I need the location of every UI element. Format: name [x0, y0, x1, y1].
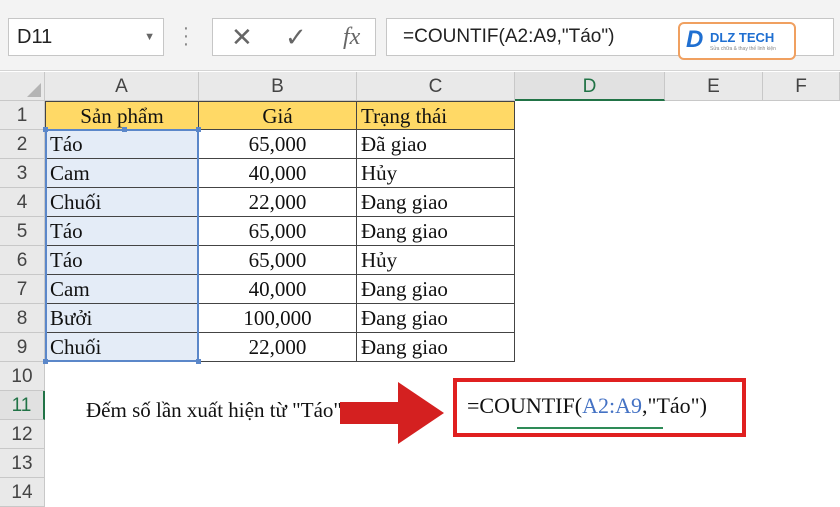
table-cell-price[interactable]: 65,000: [199, 130, 357, 159]
table-header-product[interactable]: Sản phẩm: [45, 101, 199, 130]
table-cell-price[interactable]: 22,000: [199, 333, 357, 362]
formula-buttons: ✕ ✓ fx: [212, 18, 376, 56]
table-cell-status[interactable]: Đang giao: [357, 333, 515, 362]
formula-range-ref: A2:A9: [582, 393, 642, 418]
row-header[interactable]: 13: [0, 449, 45, 478]
column-header-d[interactable]: D: [515, 72, 665, 101]
table-header-status[interactable]: Trạng thái: [357, 101, 515, 130]
logo-mark: D: [686, 26, 704, 53]
table-cell-price[interactable]: 40,000: [199, 159, 357, 188]
row-header[interactable]: 1: [0, 101, 45, 130]
row-header[interactable]: 2: [0, 130, 45, 159]
table-cell-price[interactable]: 40,000: [199, 275, 357, 304]
select-all-button[interactable]: [0, 72, 45, 101]
row-header[interactable]: 10: [0, 362, 45, 391]
column-header-a[interactable]: A: [45, 72, 199, 101]
row-header[interactable]: 6: [0, 246, 45, 275]
column-header-f[interactable]: F: [763, 72, 840, 101]
table-cell-product[interactable]: Bưởi: [45, 304, 199, 333]
formula-suffix: ,"Táo"): [641, 393, 707, 418]
table-cell-product[interactable]: Táo: [45, 130, 199, 159]
table-cell-product[interactable]: Chuối: [45, 333, 199, 362]
row-header[interactable]: 12: [0, 420, 45, 449]
row-header[interactable]: 14: [0, 478, 45, 507]
column-header-e[interactable]: E: [665, 72, 763, 101]
table-cell-status[interactable]: Đang giao: [357, 304, 515, 333]
table-cell-product[interactable]: Chuối: [45, 188, 199, 217]
column-header-c[interactable]: C: [357, 72, 515, 101]
row-header[interactable]: 3: [0, 159, 45, 188]
formula-text: =COUNTIF(A2:A9,"Táo"): [467, 393, 707, 419]
formula-argument-underline: [517, 427, 663, 429]
table-cell-status[interactable]: Đang giao: [357, 188, 515, 217]
check-icon[interactable]: ✓: [285, 21, 307, 53]
table-cell-status[interactable]: Hủy: [357, 246, 515, 275]
table-cell-status[interactable]: Đang giao: [357, 217, 515, 246]
table-cell-price[interactable]: 100,000: [199, 304, 357, 333]
table-cell-price[interactable]: 22,000: [199, 188, 357, 217]
brand-logo: D DLZ TECH Sửa chữa & thay thế linh kiện: [678, 22, 796, 60]
table-cell-status[interactable]: Đang giao: [357, 275, 515, 304]
row-header[interactable]: 8: [0, 304, 45, 333]
chevron-down-icon[interactable]: ▼: [144, 19, 155, 55]
table-header-price[interactable]: Giá: [199, 101, 357, 130]
name-box[interactable]: D11 ▼: [8, 18, 164, 56]
formula-toolbar: D11 ▼ · · · ✕ ✓ fx =COUNTIF(A2:A9,"Táo") D…: [0, 0, 840, 71]
cancel-icon[interactable]: ✕: [231, 21, 253, 53]
formula-prefix: =COUNTIF(: [467, 393, 583, 418]
more-options-icon[interactable]: · · ·: [182, 18, 190, 54]
row-header[interactable]: 4: [0, 188, 45, 217]
logo-tagline: Sửa chữa & thay thế linh kiện: [710, 46, 776, 52]
row-header[interactable]: 7: [0, 275, 45, 304]
row-header[interactable]: 11: [0, 391, 45, 420]
table-cell-status[interactable]: Đã giao: [357, 130, 515, 159]
table-cell-status[interactable]: Hủy: [357, 159, 515, 188]
column-header-b[interactable]: B: [199, 72, 357, 101]
table-cell-price[interactable]: 65,000: [199, 217, 357, 246]
row-header[interactable]: 9: [0, 333, 45, 362]
table-cell-product[interactable]: Táo: [45, 246, 199, 275]
row-header[interactable]: 5: [0, 217, 45, 246]
table-cell-price[interactable]: 65,000: [199, 246, 357, 275]
arrow-right-icon: [340, 382, 444, 444]
table-cell-product[interactable]: Cam: [45, 159, 199, 188]
table-cell-product[interactable]: Táo: [45, 217, 199, 246]
insert-function-icon[interactable]: fx: [343, 21, 360, 53]
table-cell-product[interactable]: Cam: [45, 275, 199, 304]
name-box-value: D11: [17, 26, 53, 48]
logo-name: DLZ TECH: [710, 30, 775, 45]
highlighted-formula-cell[interactable]: =COUNTIF(A2:A9,"Táo"): [453, 378, 746, 437]
